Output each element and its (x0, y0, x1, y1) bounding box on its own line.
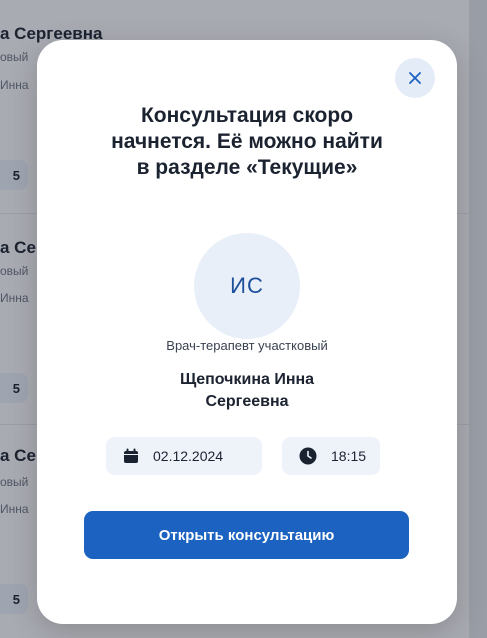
title-line: Консультация скоро (140, 104, 354, 127)
doctor-name-line: Сергеевна (205, 393, 289, 410)
date-value: 02.12.2024 (153, 448, 224, 464)
clock-icon (299, 447, 317, 465)
close-icon (409, 72, 421, 84)
modal-title: Консультация скоро начнется. Её можно на… (57, 103, 437, 181)
doctor-specialty: Врач-терапевт участковый (166, 338, 328, 353)
doctor-name: Щепочкина Инна Сергеевна (37, 369, 457, 413)
doctor-name-line: Щепочкина Инна (179, 371, 315, 388)
title-line: в разделе «Текущие» (136, 156, 358, 179)
open-consultation-button[interactable]: Открыть консультацию (84, 511, 409, 559)
close-button[interactable] (395, 58, 435, 98)
avatar: ИС (194, 233, 300, 339)
time-value: 18:15 (331, 448, 367, 464)
time-chip: 18:15 (282, 437, 380, 475)
consultation-modal: Консультация скоро начнется. Её можно на… (37, 40, 457, 624)
calendar-icon (124, 448, 138, 463)
title-line: начнется. Её можно найти (111, 130, 383, 153)
date-chip: 02.12.2024 (106, 437, 262, 475)
